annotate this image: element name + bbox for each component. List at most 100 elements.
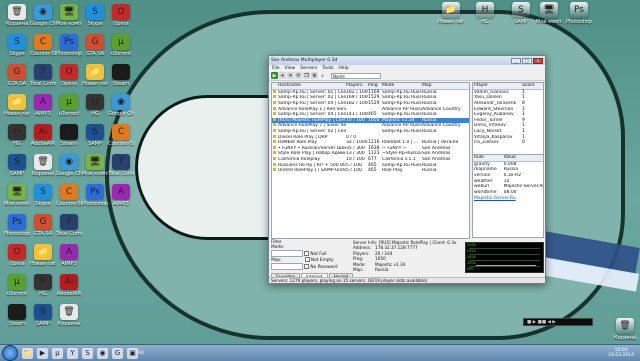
menu-servers[interactable]: Servers <box>300 66 317 71</box>
add-server-icon[interactable]: + <box>279 72 286 79</box>
connect-icon[interactable]: ▶ <box>271 72 278 79</box>
desktop-icon[interactable]: S SAMP <box>4 154 30 177</box>
desktop-icon[interactable]: ◉Google Chrome <box>108 94 134 117</box>
col-players[interactable]: Players <box>346 83 368 88</box>
col-ping[interactable]: Ping <box>368 83 382 88</box>
desktop-icon[interactable]: A AIMP3 <box>30 94 56 117</box>
desktop-icon[interactable]: S Skype <box>82 4 108 27</box>
desktop-icon[interactable]: H HG <box>82 94 108 117</box>
player-row[interactable]: Evgeniy_Kubanov 1 <box>473 112 543 118</box>
media-player-bar[interactable]: ■ ▶ ■■ ◀ ▶ <box>523 318 593 326</box>
col-hostname[interactable]: Hostname <box>278 83 346 88</box>
close-button[interactable]: × <box>533 57 543 64</box>
desktop-icon[interactable]: Ps Photoshop <box>82 184 108 207</box>
player-row[interactable]: Ira_Zaitsev 0 <box>473 140 543 146</box>
desktop-icon[interactable]: ◉Google Chrome <box>56 154 82 177</box>
desktop-icon[interactable]: µ uTorrent <box>4 274 30 297</box>
player-row[interactable]: Alexandr_Tarasenk 8 <box>473 101 543 107</box>
no-password-checkbox[interactable] <box>304 264 310 269</box>
desktop-icon[interactable]: Ai AdobeAIR <box>56 274 82 297</box>
desktop-icon[interactable]: 🖥Мой компьютер <box>4 184 30 207</box>
desktop-icon[interactable]: S SAMP <box>508 2 534 25</box>
desktop-icon[interactable]: H HG <box>472 2 498 25</box>
yandex-icon[interactable]: Y <box>67 347 78 359</box>
desktop-icon[interactable]: S Skype <box>4 34 30 57</box>
desktop-icon[interactable]: 🗑 Корзина <box>4 4 30 27</box>
chrome-icon[interactable]: ◉ <box>97 347 108 359</box>
col-value[interactable]: Value <box>504 155 543 160</box>
desktop-icon[interactable]: 🖥Мой компьютер <box>82 154 108 177</box>
desktop-icon[interactable]: 📁Новая папка <box>30 244 56 267</box>
desktop-icon[interactable]: ◎ Steam <box>56 124 82 147</box>
language-indicator[interactable]: RU <box>138 351 144 356</box>
maximize-button[interactable]: □ <box>522 57 532 64</box>
samp-taskbar-icon[interactable]: G <box>112 347 123 359</box>
desktop-icon[interactable]: CCounter-Strike <box>108 124 134 147</box>
server-row[interactable]: United RolePlay | [ SAMP-United.ru ]5 / … <box>272 168 469 174</box>
window-titlebar[interactable]: San Andreas Multiplayer 0.3d _ □ × <box>269 56 545 65</box>
rule-row[interactable]: worldtime 08:00 <box>473 190 543 196</box>
minimize-button[interactable]: _ <box>511 57 521 64</box>
not-empty-checkbox[interactable] <box>304 257 310 262</box>
filter-mode-input[interactable] <box>271 250 303 257</box>
server-row[interactable]: Samp-Rp.Ru | Server: 04 | Client: 0.3x18… <box>272 101 469 107</box>
desktop-icon[interactable]: A AIMP3 <box>108 184 134 207</box>
server-row[interactable]: [RUS] Majestic RolePlay | Client: 0.3x10… <box>272 117 469 124</box>
desktop-icon[interactable]: S SAMP <box>30 304 56 327</box>
desktop-icon[interactable]: Ps Photoshop <box>566 2 592 25</box>
desktop-icon[interactable]: Ps Photoshop <box>56 34 82 57</box>
col-score[interactable]: Score <box>522 83 542 88</box>
desktop-icon[interactable]: A AIMP3 <box>56 244 82 267</box>
col-rule[interactable]: Rule <box>473 155 504 160</box>
player-row[interactable]: Vitalya_Kasparov 1 <box>473 134 543 140</box>
rule-row[interactable]: gravity 0.008 <box>473 162 543 168</box>
desktop-icon[interactable]: Ai AdobeAIR <box>30 124 56 147</box>
desktop-icon[interactable]: 🖥Мой компьютер <box>536 2 562 25</box>
start-button[interactable] <box>2 345 18 361</box>
media-controls[interactable]: ■ ▶ ■■ ◀ ▶ <box>527 320 556 325</box>
torrent-icon[interactable]: µ <box>52 347 63 359</box>
recycle-bin-icon[interactable]: 🗑 Корзина <box>612 318 638 341</box>
desktop-icon[interactable]: ◉Google Chrome <box>30 4 56 27</box>
desktop-icon[interactable]: TTotal Commander <box>56 214 82 237</box>
not-full-checkbox[interactable] <box>304 251 310 256</box>
rule-row[interactable]: weburl Majestic-Server.Ru <box>473 184 543 190</box>
desktop-icon[interactable]: µ uTorrent <box>56 94 82 117</box>
menu-tools[interactable]: Tools <box>322 66 333 71</box>
server-row[interactable]: Samp-Rp.Ru | Server: 02 | Client: 0.3x16… <box>272 95 469 101</box>
desktop-icon[interactable]: G GTA SA <box>30 214 56 237</box>
desktop-icon[interactable]: CCounter-Strike <box>56 184 82 207</box>
rule-row[interactable]: mapname Russia <box>473 167 543 173</box>
desktop-icon[interactable]: 📁Новая папка <box>438 2 464 25</box>
server-row[interactable]: RaMbet Role Play 32 / 1000 1216 Ralmbet 1.0… <box>272 140 469 146</box>
desktop-icon[interactable]: O Opera <box>56 64 82 87</box>
skype-icon[interactable]: S <box>82 347 93 359</box>
col-mode[interactable]: Mode <box>382 83 422 88</box>
desktop-icon[interactable]: O Opera <box>4 244 30 267</box>
clock[interactable]: 10:00 18.03.2014 <box>608 348 634 358</box>
refresh-icon[interactable]: ⟳ <box>295 72 302 79</box>
desktop-icon[interactable]: ◎ Steam <box>108 64 134 87</box>
server-row[interactable]: Samp-Rp.Ru | Server: 04 | Client: 0.3x14… <box>272 112 469 118</box>
desktop-icon[interactable]: G GTA SA <box>82 34 108 57</box>
desktop-icon[interactable]: 📁Новая папка <box>4 94 30 117</box>
search-input[interactable]: Name <box>331 72 381 79</box>
player-row[interactable]: Fedor_Turner 9 <box>473 118 543 124</box>
col-player[interactable]: Player <box>473 83 522 88</box>
filter-map-input[interactable] <box>271 263 303 270</box>
desktop-icon[interactable]: O Opera <box>108 4 134 27</box>
desktop-icon[interactable]: TTotal Commander <box>108 154 134 177</box>
weburl-link[interactable]: Majestic-Server.Ru <box>473 195 543 202</box>
player-row[interactable]: Vadim_Ivanovic 1 <box>473 90 543 96</box>
menu-view[interactable]: View <box>285 66 296 71</box>
explorer-icon[interactable]: 📁 <box>22 347 33 359</box>
desktop-icon[interactable]: 🗑 Корзина <box>56 304 82 327</box>
desktop-icon[interactable]: CCounter-Strike <box>30 34 56 57</box>
desktop-icon[interactable]: G GTA SA <box>4 64 30 87</box>
desktop-icon[interactable]: H HG <box>30 274 56 297</box>
settings-icon[interactable]: ⚙ <box>311 72 318 79</box>
desktop-icon[interactable]: 🗑 Корзина <box>30 154 56 177</box>
desktop-icon[interactable]: S SAMP <box>82 124 108 147</box>
server-row[interactable]: Style Role Play | Набор Админов | Бонус:… <box>272 151 469 157</box>
player-row[interactable]: Lacy_Norskt 1 <box>473 129 543 135</box>
